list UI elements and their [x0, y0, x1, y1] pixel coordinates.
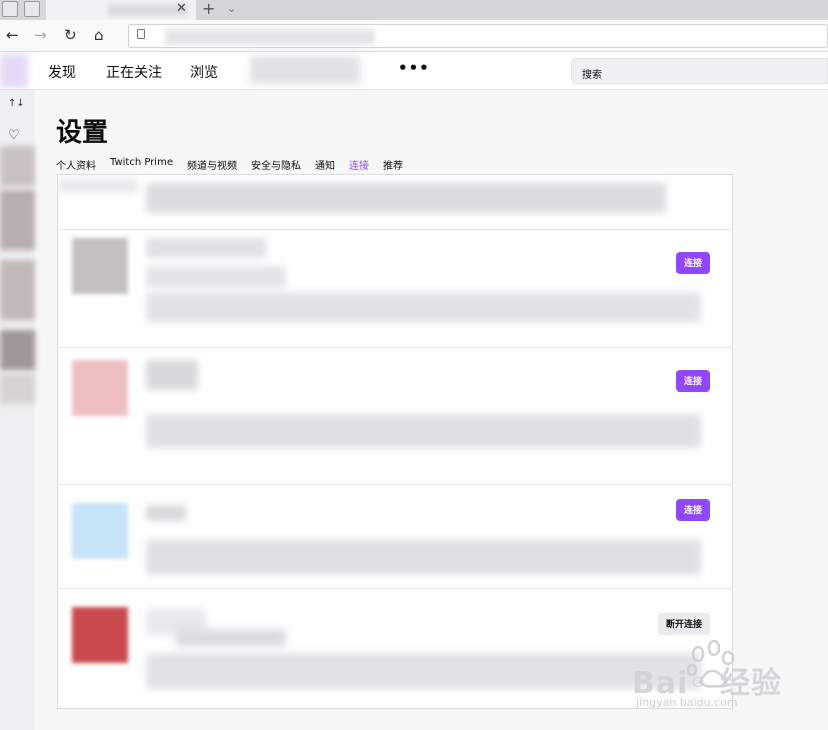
- connect-button[interactable]: 连接: [675, 252, 710, 274]
- left-sidebar: ↑↓ ♡: [0, 90, 35, 730]
- sidebar-avatar[interactable]: [0, 190, 35, 250]
- connection-logo: [72, 503, 128, 559]
- close-icon[interactable]: ✕: [176, 1, 187, 16]
- more-icon[interactable]: •••: [398, 59, 430, 77]
- redacted-text: [146, 539, 701, 575]
- lock-icon: [137, 29, 145, 39]
- site-top-nav: 发现 正在关注 浏览 ••• 搜索: [0, 52, 828, 90]
- nav-browse[interactable]: 浏览: [190, 62, 218, 82]
- url-redacted: [165, 29, 375, 45]
- tab-list-icon[interactable]: [24, 1, 40, 17]
- nav-following[interactable]: 正在关注: [106, 62, 162, 82]
- connection-logo: [72, 360, 128, 416]
- nav-item-redacted[interactable]: [250, 56, 360, 84]
- connect-button[interactable]: 连接: [675, 370, 710, 392]
- redacted-text: [146, 505, 186, 521]
- nav-discover[interactable]: 发现: [48, 62, 76, 82]
- back-icon[interactable]: ←: [6, 26, 19, 44]
- redacted-text: [176, 629, 286, 647]
- watermark-url: jingyan.baidu.com: [636, 696, 738, 709]
- redacted-text: [146, 414, 701, 448]
- redacted-text: [58, 179, 138, 193]
- sidebar-avatar[interactable]: [0, 146, 35, 186]
- connection-logo: [72, 607, 128, 663]
- new-tab-icon[interactable]: +: [202, 0, 215, 18]
- chevron-down-icon[interactable]: ⌄: [227, 2, 236, 15]
- redacted-text: [146, 653, 701, 689]
- connection-logo: [72, 238, 128, 294]
- sidebar-avatar[interactable]: [0, 374, 35, 404]
- baidu-watermark: Bai◦ 经验 jingyan.baidu.com: [632, 640, 822, 720]
- page-title: 设置: [56, 118, 109, 148]
- forward-icon[interactable]: →: [34, 26, 47, 44]
- sidebar-avatar[interactable]: [0, 330, 35, 370]
- connections-panel: 连接 连接 连接 断开连接: [57, 174, 733, 709]
- browser-tab-strip: ✕ + ⌄: [0, 0, 828, 20]
- redacted-text: [146, 183, 666, 213]
- list-item: 断开连接: [58, 589, 732, 708]
- address-bar[interactable]: [128, 24, 828, 48]
- heart-icon: ♡: [8, 128, 20, 143]
- site-logo[interactable]: [0, 54, 28, 88]
- list-item: [58, 175, 732, 230]
- browser-tab[interactable]: [46, 0, 196, 20]
- browser-nav-bar: ← → ↻ ⌂: [0, 20, 828, 52]
- list-item: 连接: [58, 485, 732, 589]
- list-item: 连接: [58, 230, 732, 348]
- redacted-text: [146, 292, 701, 322]
- disconnect-button[interactable]: 断开连接: [657, 613, 710, 635]
- home-icon[interactable]: ⌂: [94, 26, 104, 44]
- redacted-text: [146, 360, 198, 390]
- sidebar-avatar[interactable]: [0, 260, 35, 320]
- search-input[interactable]: 搜索: [571, 58, 828, 84]
- refresh-icon[interactable]: ↻: [64, 26, 77, 44]
- list-item: 连接: [58, 348, 732, 485]
- tab-actions-icon[interactable]: [2, 1, 18, 17]
- collapse-icon[interactable]: ↑↓: [8, 98, 25, 109]
- redacted-text: [146, 266, 286, 288]
- connect-button[interactable]: 连接: [675, 499, 710, 521]
- redacted-text: [146, 238, 266, 258]
